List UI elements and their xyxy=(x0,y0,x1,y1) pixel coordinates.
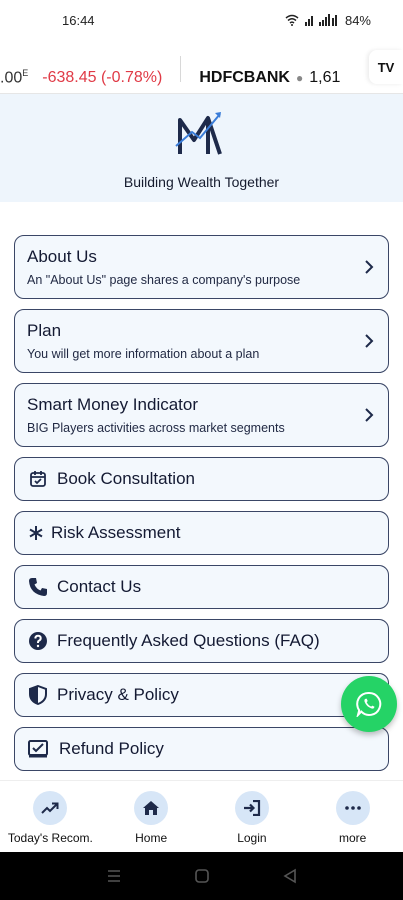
bottom-navigation: Today's Recom. Home Login more xyxy=(0,780,403,852)
chevron-right-icon xyxy=(365,408,374,422)
tradingview-logo[interactable]: TV xyxy=(369,50,403,84)
menu-item-title: Frequently Asked Questions (FAQ) xyxy=(57,631,320,650)
nav-label: more xyxy=(338,831,367,845)
main-menu: About Us An "About Us" page shares a com… xyxy=(14,235,389,781)
menu-item-title: Plan xyxy=(27,321,62,340)
ticker-track: .00E -638.45 (-0.78%) HDFCBANK ● 1,61 xyxy=(0,56,340,87)
nav-label: Today's Recom. xyxy=(7,831,93,845)
wifi-icon xyxy=(285,14,299,26)
menu-item-plan[interactable]: Plan You will get more information about… xyxy=(14,309,389,373)
phone-icon xyxy=(27,576,49,598)
menu-item-smart-money-indicator[interactable]: Smart Money Indicator BIG Players activi… xyxy=(14,383,389,447)
ticker-divider xyxy=(180,56,182,82)
ticker-prev-price: .00E xyxy=(0,67,29,86)
menu-item-refund-policy[interactable]: Refund Policy xyxy=(14,727,389,771)
nav-login[interactable]: Login xyxy=(202,781,302,852)
brand-header: Building Wealth Together xyxy=(0,94,403,202)
status-time: 16:44 xyxy=(62,12,95,28)
menu-item-title: Smart Money Indicator xyxy=(27,395,199,414)
menu-item-contact-us[interactable]: Contact Us xyxy=(14,565,389,609)
menu-item-subtitle: BIG Players activities across market seg… xyxy=(27,421,285,435)
asterisk-icon xyxy=(27,522,45,544)
menu-item-title: Refund Policy xyxy=(59,739,164,758)
menu-item-faq[interactable]: Frequently Asked Questions (FAQ) xyxy=(14,619,389,663)
menu-item-about-us[interactable]: About Us An "About Us" page shares a com… xyxy=(14,235,389,299)
help-circle-icon xyxy=(27,630,49,652)
nav-more[interactable]: more xyxy=(303,781,403,852)
system-navigation-bar xyxy=(0,852,403,900)
menu-item-title: Privacy & Policy xyxy=(57,685,179,704)
back-icon[interactable] xyxy=(283,868,297,884)
brand-tagline: Building Wealth Together xyxy=(123,174,280,190)
chevron-right-icon xyxy=(365,334,374,348)
shield-icon xyxy=(27,684,49,706)
home-system-icon[interactable] xyxy=(194,868,210,884)
signal-icon xyxy=(304,14,337,26)
nav-todays-recom[interactable]: Today's Recom. xyxy=(0,781,100,852)
login-icon xyxy=(234,791,269,825)
menu-item-title: Book Consultation xyxy=(57,469,195,488)
menu-item-title: Contact Us xyxy=(57,577,142,596)
status-bar: 16:44 84% xyxy=(0,0,403,40)
status-indicators: 84% xyxy=(285,13,371,28)
menu-item-subtitle: An "About Us" page shares a company's pu… xyxy=(27,273,301,287)
menu-item-subtitle: You will get more information about a pl… xyxy=(27,347,260,361)
nav-label: Login xyxy=(237,831,267,845)
menu-item-title: Risk Assessment xyxy=(51,523,181,542)
ticker-symbol: HDFCBANK xyxy=(199,69,290,86)
menu-item-risk-assessment[interactable]: Risk Assessment xyxy=(14,511,389,555)
more-dots-icon xyxy=(335,791,370,825)
chevron-right-icon xyxy=(365,260,374,274)
battery-level: 84% xyxy=(344,12,371,28)
ticker-dot: ● xyxy=(295,71,304,85)
home-icon xyxy=(134,791,169,825)
whatsapp-button[interactable] xyxy=(341,676,397,732)
ticker-value: 1,61 xyxy=(309,69,341,86)
nav-label: Home xyxy=(135,831,168,845)
trending-up-icon xyxy=(33,791,68,825)
brand-logo-icon xyxy=(174,112,222,155)
menu-item-privacy-policy[interactable]: Privacy & Policy xyxy=(14,673,389,717)
stock-ticker[interactable]: .00E -638.45 (-0.78%) HDFCBANK ● 1,61 TV xyxy=(0,40,403,94)
calendar-check-icon xyxy=(27,468,49,490)
ticker-change: -638.45 (-0.78%) xyxy=(42,69,163,86)
refund-icon xyxy=(27,738,49,760)
whatsapp-icon xyxy=(356,691,382,717)
menu-item-book-consultation[interactable]: Book Consultation xyxy=(14,457,389,501)
recent-apps-icon[interactable] xyxy=(106,869,122,883)
nav-home[interactable]: Home xyxy=(101,781,201,852)
menu-item-title: About Us xyxy=(27,247,97,266)
